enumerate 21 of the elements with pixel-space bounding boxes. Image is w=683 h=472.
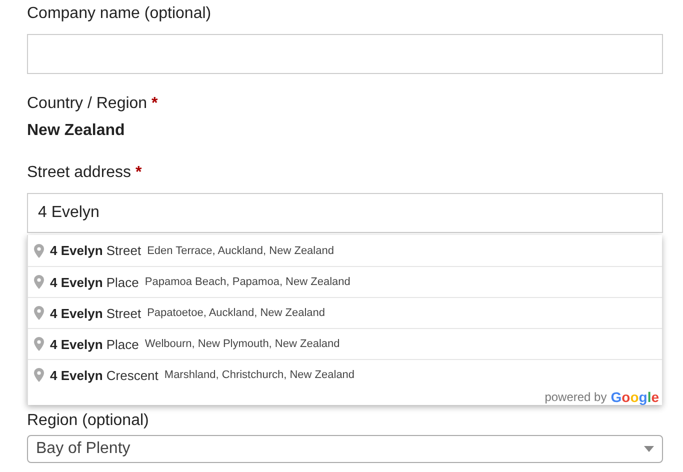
caret-icon <box>644 446 654 452</box>
input-field[interactable] <box>27 34 663 74</box>
suggestion-item[interactable]: 4 Evelyn Street Papatoetoe, Auckland, New Zealand <box>28 297 662 328</box>
field-value: New Zealand <box>27 121 125 141</box>
pin-icon <box>34 337 44 351</box>
field-label: Company name (optional) <box>27 4 212 24</box>
pin-icon <box>34 275 44 289</box>
select-field[interactable]: Bay of Plenty <box>27 435 663 463</box>
logo: Google <box>610 389 659 405</box>
attribution-text: powered by <box>544 390 607 404</box>
pin-icon <box>34 306 44 320</box>
field-label: Region (optional) <box>27 411 149 431</box>
field-label: Country / Region * <box>27 94 158 114</box>
field-label: Street address * <box>27 163 142 183</box>
suggestion-item[interactable]: 4 Evelyn Crescent Marshland, Christchurch, New Zealand <box>28 359 662 390</box>
pin-icon <box>34 368 44 382</box>
input-field[interactable]: 4 Evelyn <box>27 193 663 233</box>
pin-icon <box>34 244 44 258</box>
suggestion-item[interactable]: 4 Evelyn Place Welbourn, New Plymouth, New Zealand <box>28 328 662 359</box>
suggestion-item[interactable]: 4 Evelyn Street Eden Terrace, Auckland, New Zealand <box>28 235 662 266</box>
suggestion-item[interactable]: 4 Evelyn Place Papamoa Beach, Papamoa, New Zealand <box>28 266 662 297</box>
